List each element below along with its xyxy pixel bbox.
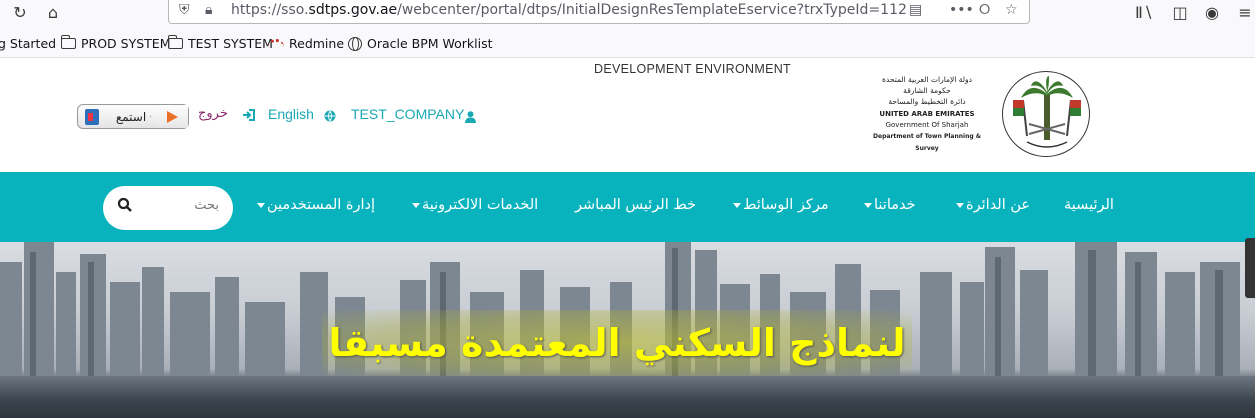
library-icon[interactable]: Ⅱ∖ bbox=[1132, 0, 1156, 24]
nav-eservices[interactable]: الخدمات الالكترونية bbox=[412, 197, 538, 213]
sidebar-icon[interactable]: ◫ bbox=[1168, 0, 1192, 24]
nav-home[interactable]: الرئيسية bbox=[1064, 197, 1114, 213]
logout-icon[interactable] bbox=[242, 108, 256, 125]
home-icon[interactable]: ⌂ bbox=[40, 0, 66, 24]
logo-en-line3: Department of Town Planning & Survey bbox=[873, 133, 981, 152]
nav-label: مركز الوسائط bbox=[743, 197, 829, 213]
site-header: DEVELOPMENT ENVIRONMENT استمع خروج Engli… bbox=[0, 58, 1255, 172]
nav-label: عن الدائرة bbox=[966, 197, 1031, 213]
nav-services[interactable]: خدماتنا bbox=[864, 197, 916, 213]
listen-button[interactable]: استمع bbox=[77, 104, 189, 129]
logo-en-line1: UNITED ARAB EMIRATES bbox=[879, 110, 975, 118]
chevron-down-icon bbox=[733, 202, 741, 208]
bookmark-label: TEST SYSTEM bbox=[188, 36, 273, 51]
bookmark-label: g Started bbox=[0, 36, 57, 51]
hero-banner: لنماذج السكني المعتمدة مسبقا bbox=[0, 242, 1255, 418]
nav-label: خدماتنا bbox=[874, 197, 916, 213]
search-box[interactable] bbox=[103, 186, 233, 230]
bookmark-label: Redmine bbox=[289, 36, 345, 51]
nav-label: إدارة المستخدمين bbox=[267, 197, 376, 213]
logout-link[interactable]: خروج bbox=[198, 106, 228, 121]
bookmark-redmine[interactable]: Redmine bbox=[268, 36, 344, 51]
user-icon bbox=[465, 110, 476, 126]
chevron-down-icon bbox=[956, 202, 964, 208]
url-path: /webcenter/portal/dtps/InitialDesignResT… bbox=[397, 2, 907, 18]
main-navbar: إدارة المستخدمين الخدمات الالكترونية خط … bbox=[0, 172, 1255, 242]
browser-toolbar: ↻ ⌂ ⛨ 🔒︎ https://sso.sdtps.gov.ae/webcen… bbox=[0, 0, 1255, 30]
nav-about[interactable]: عن الدائرة bbox=[956, 197, 1030, 213]
listen-label: استمع bbox=[115, 109, 147, 124]
folder-icon bbox=[60, 35, 76, 49]
logo-ar-line1: دولة الإمارات العربية المتحدة bbox=[881, 75, 973, 84]
folder-icon bbox=[167, 35, 183, 49]
nav-label: الرئيسية bbox=[1064, 197, 1114, 213]
globe-icon bbox=[348, 36, 362, 51]
bookmark-getting-started[interactable]: g Started bbox=[0, 36, 56, 51]
url-text[interactable]: https://sso.sdtps.gov.ae/webcenter/porta… bbox=[231, 2, 907, 18]
play-icon[interactable] bbox=[150, 105, 188, 128]
more-actions-icon[interactable]: ••• bbox=[949, 2, 974, 18]
shield-icon[interactable]: ⛨ bbox=[179, 2, 190, 18]
bookmark-test-system[interactable]: TEST SYSTEM bbox=[167, 35, 273, 51]
sharjah-emblem-icon[interactable] bbox=[1002, 71, 1090, 157]
chevron-down-icon bbox=[257, 202, 265, 208]
nav-user-admin[interactable]: إدارة المستخدمين bbox=[257, 197, 375, 213]
water-reflection bbox=[0, 376, 1255, 418]
redmine-icon bbox=[268, 39, 284, 48]
bookmark-prod-system[interactable]: PROD SYSTEM bbox=[60, 35, 171, 51]
nav-label: الخدمات الالكترونية bbox=[422, 197, 539, 213]
lock-icon[interactable]: 🔒︎ bbox=[205, 2, 212, 18]
logo-en-line2: Government Of Sharjah bbox=[885, 121, 969, 129]
chevron-down-icon bbox=[864, 202, 872, 208]
bookmarks-bar: g Started PROD SYSTEM TEST SYSTEM Redmin… bbox=[0, 30, 1255, 58]
account-icon[interactable]: ◉ bbox=[1200, 0, 1224, 24]
search-input[interactable] bbox=[149, 198, 219, 213]
nav-hotline[interactable]: خط الرئيس المباشر bbox=[575, 197, 696, 213]
search-icon[interactable] bbox=[117, 197, 133, 213]
bookmark-oracle-bpm[interactable]: Oracle BPM Worklist bbox=[348, 36, 493, 51]
banner-title: لنماذج السكني المعتمدة مسبقا bbox=[322, 310, 912, 376]
page-scrollbar[interactable] bbox=[1245, 238, 1255, 298]
url-prefix: https://sso. bbox=[231, 2, 309, 18]
speaker-icon bbox=[81, 106, 103, 128]
reload-icon[interactable]: ↻ bbox=[8, 0, 32, 24]
environment-label: DEVELOPMENT ENVIRONMENT bbox=[594, 62, 791, 76]
url-domain: sdtps.gov.ae bbox=[308, 2, 398, 18]
logo-ar-line2: حكومة الشارقة bbox=[903, 86, 951, 95]
logo-text: دولة الإمارات العربية المتحدة حكومة الشا… bbox=[866, 74, 988, 155]
bookmark-label: Oracle BPM Worklist bbox=[367, 36, 493, 51]
nav-media[interactable]: مركز الوسائط bbox=[733, 197, 829, 213]
menu-icon[interactable]: ≡ bbox=[1236, 0, 1254, 24]
logo-ar-line3: دائرة التخطيط والمساحة bbox=[888, 97, 966, 106]
reader-view-icon[interactable]: ▤ bbox=[909, 2, 922, 18]
chevron-down-icon bbox=[412, 202, 420, 208]
language-link[interactable]: English bbox=[268, 106, 314, 122]
pocket-icon[interactable]: ⭘ bbox=[979, 2, 990, 18]
bookmark-star-icon[interactable]: ☆ bbox=[1005, 2, 1018, 18]
globe-icon bbox=[324, 109, 336, 125]
nav-label: خط الرئيس المباشر bbox=[575, 197, 697, 213]
company-name[interactable]: TEST_COMPANY bbox=[351, 106, 464, 122]
url-bar[interactable]: ⛨ 🔒︎ https://sso.sdtps.gov.ae/webcenter/… bbox=[168, 0, 1030, 24]
bookmark-label: PROD SYSTEM bbox=[81, 36, 171, 51]
